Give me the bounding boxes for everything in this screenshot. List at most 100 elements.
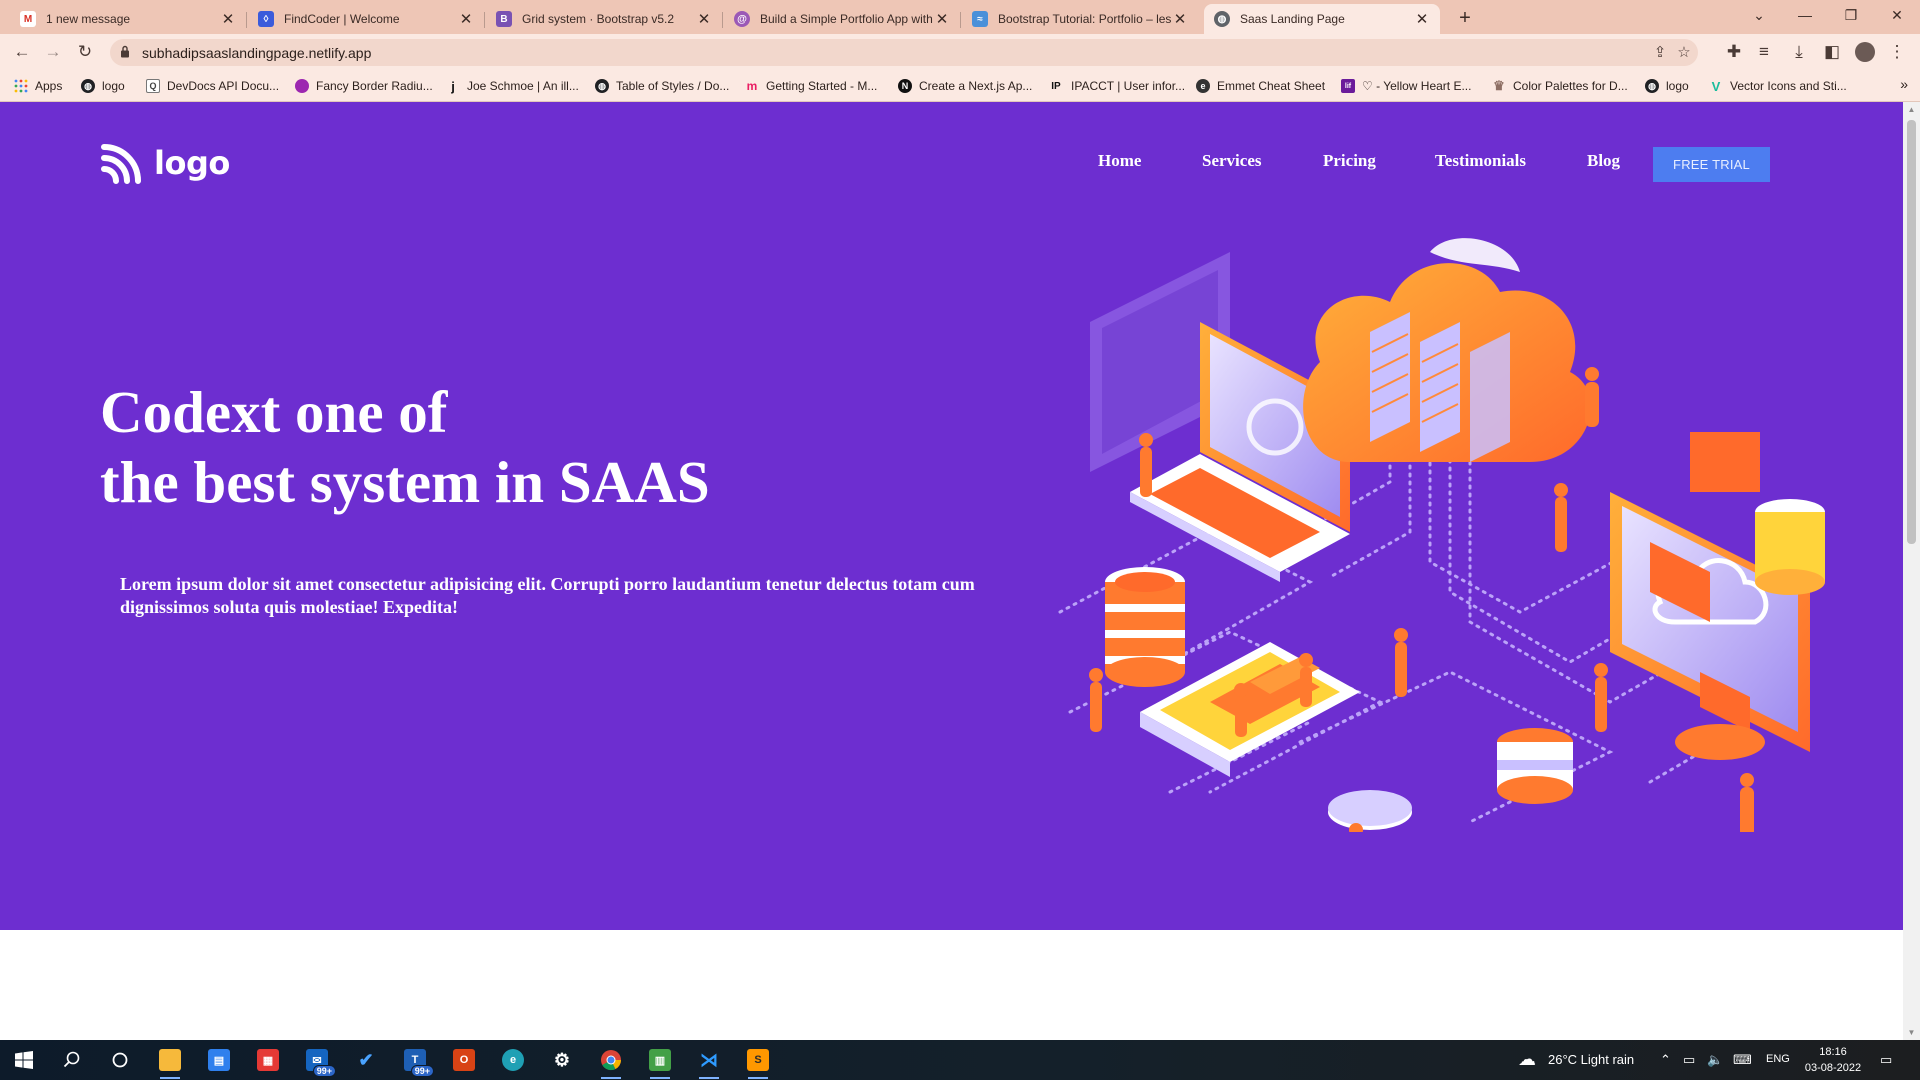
close-window-button[interactable]: ✕	[1874, 0, 1920, 30]
tab-gmail[interactable]: M 1 new message ✕	[10, 4, 247, 34]
close-icon[interactable]: ✕	[458, 10, 474, 28]
close-icon[interactable]: ✕	[696, 10, 712, 28]
nav-testimonials[interactable]: Testimonials	[1435, 151, 1526, 171]
bookmark-ipacct[interactable]: IP IPACCT | User infor...	[1048, 76, 1185, 96]
close-icon[interactable]: ✕	[934, 10, 950, 28]
mail-icon: ✉ 99+	[306, 1049, 336, 1077]
scroll-down-icon[interactable]: ▼	[1907, 1028, 1916, 1037]
nextjs-icon: N	[898, 79, 912, 93]
nav-blog[interactable]: Blog	[1587, 151, 1620, 171]
close-icon[interactable]: ✕	[1172, 10, 1188, 28]
bookmark-label: Apps	[35, 79, 63, 93]
tab-separator	[960, 12, 961, 28]
page-scrollbar[interactable]: ▲ ▼	[1903, 102, 1920, 1040]
tab-findcoder[interactable]: ◊ FindCoder | Welcome ✕	[248, 4, 485, 34]
bookmark-label: Create a Next.js Ap...	[919, 79, 1033, 93]
bookmark-star-icon[interactable]: ☆	[1674, 43, 1694, 63]
profile-avatar[interactable]	[1853, 40, 1877, 64]
bookmark-table-of-styles[interactable]: ◍ Table of Styles / Do...	[595, 76, 729, 96]
share-icon[interactable]: ⇪	[1650, 43, 1670, 63]
nav-pricing[interactable]: Pricing	[1323, 151, 1376, 171]
bookmark-logo[interactable]: ◍ logo	[81, 76, 125, 96]
download-icon[interactable]: ⤓	[1787, 40, 1811, 64]
taskbar-clock[interactable]: 18:16 03-08-2022	[1788, 1044, 1878, 1076]
bookmark-apps[interactable]: Apps	[14, 76, 62, 96]
chrome-icon	[601, 1050, 622, 1071]
tray-chevron-icon[interactable]: ⌃	[1660, 1052, 1671, 1068]
mail-badge: 99+	[312, 1065, 336, 1077]
bookmark-logo-2[interactable]: ◍ logo	[1645, 76, 1689, 96]
extensions-puzzle-icon[interactable]: ✚	[1722, 40, 1746, 64]
tab-title: Grid system · Bootstrap v5.2	[522, 12, 675, 26]
close-icon[interactable]: ✕	[1414, 10, 1430, 28]
bookmark-vector-icons[interactable]: V Vector Icons and Sti...	[1709, 76, 1847, 96]
cortana-button[interactable]	[100, 1046, 140, 1074]
taskbar-gift-app[interactable]: ▦	[248, 1046, 288, 1074]
site-logo[interactable]: logo	[100, 141, 230, 185]
back-button[interactable]: ←	[10, 40, 34, 64]
free-trial-button[interactable]: FREE TRIAL	[1653, 147, 1770, 182]
bookmark-label: Vector Icons and Sti...	[1730, 79, 1847, 93]
bookmark-emmet[interactable]: e Emmet Cheat Sheet	[1196, 76, 1325, 96]
taskbar-vscode[interactable]: ⋊	[689, 1046, 729, 1079]
minimize-button[interactable]: —	[1782, 0, 1828, 30]
scroll-up-icon[interactable]: ▲	[1907, 105, 1916, 114]
taskbar-chrome[interactable]	[591, 1046, 631, 1079]
database-stack-left	[1105, 567, 1185, 687]
scrollbar-thumb[interactable]	[1907, 120, 1916, 544]
weather-text[interactable]: 26°C Light rain	[1548, 1052, 1634, 1067]
bookmark-color-palettes[interactable]: ♛ Color Palettes for D...	[1492, 76, 1628, 96]
database-small	[1497, 728, 1573, 804]
findcoder-icon: ◊	[258, 11, 274, 27]
volume-icon[interactable]: 🔈	[1707, 1052, 1723, 1068]
more-bookmarks-icon[interactable]: »	[1900, 76, 1908, 92]
taskbar-settings[interactable]: ⚙	[542, 1046, 582, 1074]
taskbar-todo[interactable]: ✔	[346, 1046, 386, 1074]
tab-search-chevron-icon[interactable]: ⌄	[1736, 0, 1782, 30]
tab-portfolio-app[interactable]: @ Build a Simple Portfolio App with ✕	[724, 4, 961, 34]
taskbar-store[interactable]: ▤	[199, 1046, 239, 1074]
forward-button[interactable]: →	[41, 40, 65, 64]
nav-services[interactable]: Services	[1202, 151, 1261, 171]
taskbar-edge[interactable]: e	[493, 1046, 533, 1074]
close-icon[interactable]: ✕	[220, 10, 236, 28]
tab-separator	[722, 12, 723, 28]
weather-cloud-icon[interactable]: ☁	[1518, 1049, 1536, 1070]
tab-bootstrap-tutorial[interactable]: ≈ Bootstrap Tutorial: Portfolio – les ✕	[962, 4, 1198, 34]
battery-icon[interactable]: ▭	[1683, 1052, 1695, 1068]
browser-toolbar: ← → ↻ subhadipsaaslandingpage.netlify.ap…	[0, 34, 1920, 70]
taskbar-teams[interactable]: T 99+	[395, 1046, 435, 1077]
tab-separator	[246, 12, 247, 28]
nav-home[interactable]: Home	[1098, 151, 1141, 171]
bookmark-getting-started[interactable]: m Getting Started - M...	[745, 76, 878, 96]
taskbar-mail[interactable]: ✉ 99+	[297, 1046, 337, 1077]
taskbar-office[interactable]: O	[444, 1046, 484, 1074]
headline-line-2: the best system in SAAS	[100, 449, 710, 515]
new-tab-button[interactable]: +	[1452, 6, 1478, 32]
tab-saas-landing-page[interactable]: ◍ Saas Landing Page ✕	[1204, 4, 1440, 34]
taskbar-sublime[interactable]: S	[738, 1046, 778, 1079]
taskbar-search-button[interactable]	[52, 1046, 92, 1074]
store-icon: ▤	[208, 1049, 230, 1071]
bookmark-joe-schmoe[interactable]: j Joe Schmoe | An ill...	[446, 76, 579, 96]
taskbar-file-explorer[interactable]	[150, 1046, 190, 1079]
emojipedia-icon: lif	[1341, 79, 1355, 93]
media-queue-icon[interactable]: ≡	[1752, 40, 1776, 64]
start-button[interactable]	[4, 1046, 44, 1074]
cortana-icon	[112, 1052, 128, 1068]
reload-button[interactable]: ↻	[73, 40, 97, 64]
keyboard-icon[interactable]: ⌨	[1733, 1052, 1752, 1068]
url-text: subhadipsaaslandingpage.netlify.app	[142, 45, 372, 61]
bookmark-nextjs[interactable]: N Create a Next.js Ap...	[898, 76, 1032, 96]
bookmark-fancy-border[interactable]: Fancy Border Radiu...	[295, 76, 433, 96]
menu-kebab-icon[interactable]: ⋮	[1885, 40, 1909, 64]
bookmark-devdocs[interactable]: Q DevDocs API Docu...	[146, 76, 279, 96]
bookmark-yellow-heart[interactable]: lif ♡ - Yellow Heart E...	[1341, 76, 1471, 96]
notifications-icon[interactable]: ▭	[1880, 1052, 1892, 1068]
tab-bootstrap-grid[interactable]: B Grid system · Bootstrap v5.2 ✕	[486, 4, 723, 34]
side-panel-icon[interactable]: ◧	[1820, 40, 1844, 64]
address-bar[interactable]: subhadipsaaslandingpage.netlify.app ⇪ ☆	[110, 39, 1698, 66]
language-indicator[interactable]: ENG	[1766, 1053, 1790, 1065]
restore-button[interactable]: ❐	[1828, 0, 1874, 30]
taskbar-notepad[interactable]: ▥	[640, 1046, 680, 1079]
